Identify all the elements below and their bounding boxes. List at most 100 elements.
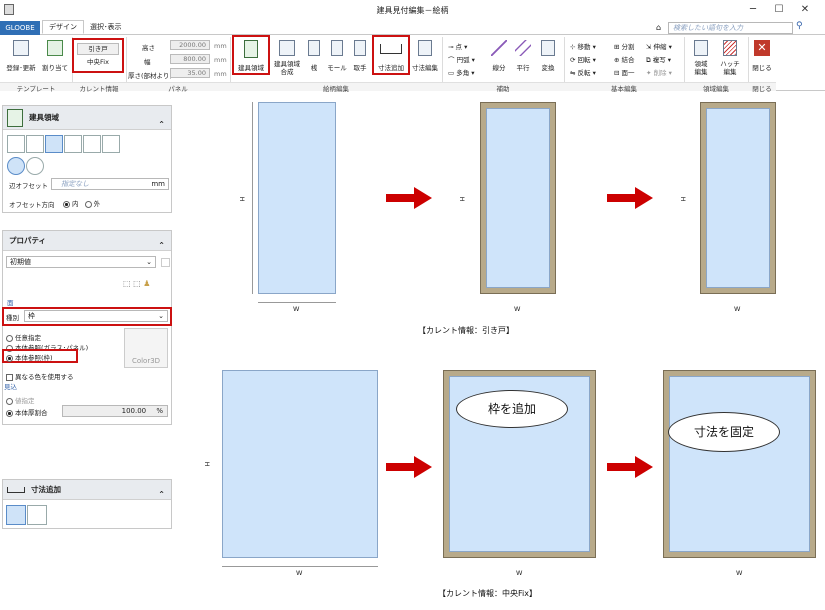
height-field[interactable]: 2000.00 xyxy=(170,40,210,50)
close-icon[interactable]: ✕ xyxy=(794,2,816,18)
center-fix-button[interactable]: 中央Fix xyxy=(77,57,119,69)
offset-placeholder: 指定なし xyxy=(61,180,89,188)
radio-inner[interactable] xyxy=(63,200,70,208)
kind-select[interactable]: 枠 ⌄ xyxy=(24,310,168,322)
register-icon xyxy=(13,40,29,56)
ratio-value: 100.00 xyxy=(121,407,147,415)
dir-inner-label: 内 xyxy=(72,200,79,208)
move-button[interactable]: ⊹ 移動 ▾ xyxy=(570,41,596,51)
tab-app[interactable]: GLOOBE xyxy=(0,21,40,35)
stretch-button[interactable]: ⇲ 伸縮 ▾ xyxy=(646,41,672,51)
diagram-panel-plain xyxy=(258,102,336,294)
point-button[interactable]: ⊸ 点 ▾ xyxy=(448,41,467,51)
handle-button[interactable]: 取手 xyxy=(350,40,370,72)
convert-button[interactable]: 変換 xyxy=(536,40,560,72)
molding-icon xyxy=(331,40,343,56)
tab-select[interactable]: 選択･表示 xyxy=(84,21,128,35)
h-label: H xyxy=(238,196,247,202)
diagram-panel-plain xyxy=(222,370,378,558)
close-x-icon: ✕ xyxy=(754,40,770,56)
add-dimension-title: 寸法追加 xyxy=(31,485,61,494)
dim-fixed-icon[interactable] xyxy=(6,505,26,525)
w-label: W xyxy=(734,305,741,313)
w-label: W xyxy=(293,305,300,313)
tab-design[interactable]: デザイン xyxy=(42,20,84,34)
parallel-button[interactable]: 平行 xyxy=(512,40,534,72)
rail-button[interactable]: 桟 xyxy=(304,40,324,72)
sliding-door-button[interactable]: 引き戸 xyxy=(77,43,119,55)
region-edit-button[interactable]: 領域 編集 xyxy=(688,40,714,76)
polygon-button[interactable]: ▭ 多角 ▾ xyxy=(448,67,475,77)
tool-left-icon[interactable] xyxy=(7,135,25,153)
diagram-glass xyxy=(706,108,770,288)
preset-select[interactable]: 初期値 ⌄ xyxy=(6,256,156,268)
register-button[interactable]: 登録･更新 xyxy=(4,40,38,72)
fixture-area-compose-button[interactable]: 建具領域 合成 xyxy=(272,40,302,76)
fixture-area-button[interactable]: 建具領域 xyxy=(234,40,268,72)
collapse-icon[interactable]: ⌃ xyxy=(158,236,165,256)
caption-center-fix: 【カレント情報：中央Fix】 xyxy=(438,589,537,598)
opt-body-frame[interactable]: 本体参照(枠) xyxy=(6,352,53,362)
dim-center-icon[interactable] xyxy=(27,505,47,525)
segment-button[interactable]: 線分 xyxy=(488,40,510,72)
collapse-icon[interactable]: ⌃ xyxy=(158,485,165,505)
copy-button[interactable]: ⧉ 複写 ▾ xyxy=(646,54,671,65)
list-icon[interactable] xyxy=(161,258,170,267)
diff-color-checkbox[interactable]: 異なる色を使用する xyxy=(6,371,74,381)
close-button[interactable]: ✕ 閉じる xyxy=(750,40,774,72)
h-label: H xyxy=(679,196,688,202)
group-pattern: 絵柄編集 xyxy=(230,82,442,93)
flush-button[interactable]: ⊟ 面一 xyxy=(614,67,635,77)
collapse-icon[interactable]: ⌃ xyxy=(158,113,165,137)
dim-line-w xyxy=(258,302,336,303)
split-button[interactable]: ⊞ 分割 xyxy=(614,41,635,51)
join-button[interactable]: ⊕ 結合 xyxy=(614,54,635,64)
region-icon xyxy=(694,40,708,56)
opt-value-spec[interactable]: 値指定 xyxy=(6,395,35,405)
rotate-button[interactable]: ⟳ 回転 ▾ xyxy=(570,54,596,64)
tool-center-icon[interactable] xyxy=(26,135,44,153)
tool-free-icon[interactable] xyxy=(102,135,120,153)
search-icon[interactable]: ⚲ xyxy=(796,21,803,31)
fixture-area-title: 建具領域 xyxy=(29,113,59,122)
group-aux: 補助 xyxy=(442,82,564,93)
thickness-field[interactable]: 35.00 xyxy=(170,68,210,78)
compose-icon xyxy=(279,40,295,56)
radio-outer[interactable] xyxy=(84,200,92,208)
mirror-button[interactable]: ⇋ 反転 ▾ xyxy=(570,67,596,77)
tool-rect-icon[interactable] xyxy=(45,135,63,153)
dir-outer-label: 外 xyxy=(93,200,101,208)
delete-button[interactable]: ✦ 削除 ▾ xyxy=(646,67,672,77)
home-icon[interactable]: ⌂ xyxy=(656,23,661,32)
hatch-edit-button[interactable]: ハッチ 編集 xyxy=(716,40,744,76)
w-label: W xyxy=(736,569,743,577)
assign-button[interactable]: 割り当て xyxy=(40,40,70,72)
offset-direction-radios: 内 外 xyxy=(63,198,100,208)
maximize-icon[interactable]: ☐ xyxy=(768,2,790,18)
chevron-down-icon: ⌄ xyxy=(146,258,152,266)
arc-button[interactable]: ⌒ 円弧 ▾ xyxy=(448,54,475,64)
fixture-area-panel-icon xyxy=(7,109,23,127)
tool-circle-icon[interactable] xyxy=(83,135,101,153)
search-input[interactable]: 検索したい語句を入力 xyxy=(668,22,793,34)
minimize-icon[interactable]: ─ xyxy=(742,2,764,18)
segment-icon xyxy=(491,40,507,56)
thickness-label: 厚さ(部材より) xyxy=(128,72,172,80)
mode-diamond-icon[interactable] xyxy=(26,157,44,175)
color3d-swatch[interactable]: Color3D xyxy=(124,328,168,368)
mode-rect-icon[interactable] xyxy=(7,157,25,175)
add-dimension-panel: 寸法追加 ⌃ xyxy=(2,479,172,529)
opt-thickness-ratio[interactable]: 本体厚割合 xyxy=(6,407,48,417)
kind-value: 枠 xyxy=(28,312,35,320)
opt-arbitrary[interactable]: 任意指定 xyxy=(6,332,41,342)
width-field[interactable]: 800.00 xyxy=(170,54,210,64)
group-current: カレント情報 xyxy=(72,82,126,93)
ratio-unit: % xyxy=(156,407,163,415)
add-dimension-button[interactable]: 寸法追加 xyxy=(374,40,408,72)
edge-offset-input[interactable]: 指定なし mm xyxy=(51,178,169,190)
height-label: 高さ xyxy=(142,44,155,52)
edit-dimension-button[interactable]: 寸法編集 xyxy=(410,40,440,72)
tool-poly-icon[interactable] xyxy=(64,135,82,153)
molding-button[interactable]: モール xyxy=(326,40,348,72)
ratio-input[interactable]: 100.00 % xyxy=(62,405,168,417)
